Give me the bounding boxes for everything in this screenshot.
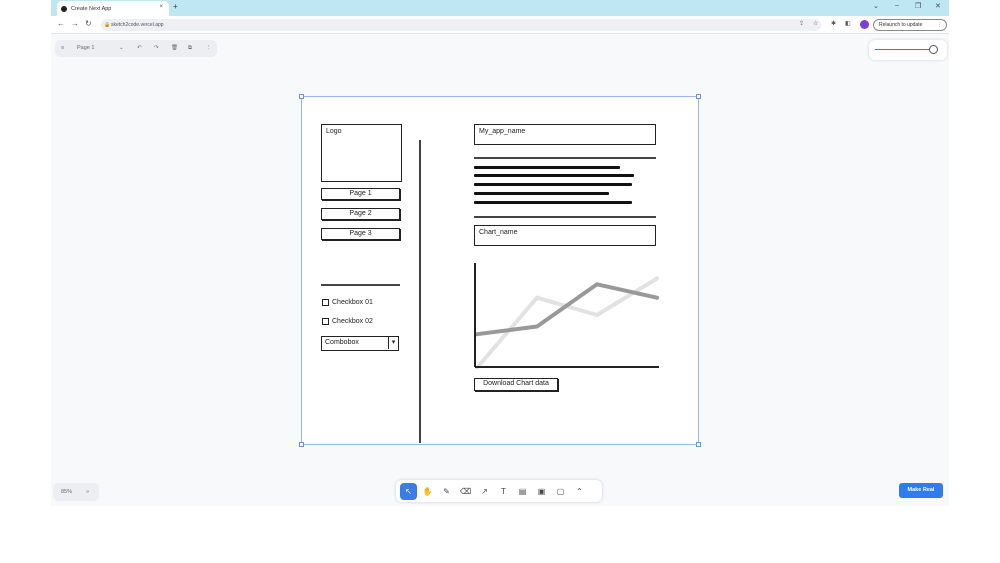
lock-icon: 🔒 xyxy=(104,22,111,28)
checkbox-square[interactable] xyxy=(322,318,329,325)
page-selector[interactable]: Page 1 xyxy=(77,45,94,51)
tab-title: Create Next App xyxy=(71,5,112,12)
profile-avatar[interactable] xyxy=(860,20,869,29)
sketch-frame[interactable]: Logo Page 1 Page 2 Page 3 Checkbox 01 Ch… xyxy=(299,94,701,447)
kebab-menu-icon: ⋮ xyxy=(937,22,942,28)
nav-button-page-2[interactable]: Page 2 xyxy=(321,208,400,220)
frame-tool[interactable]: ▢ xyxy=(552,483,569,500)
bookmark-star-icon[interactable]: ☆ xyxy=(813,20,818,27)
checkbox-01[interactable]: Checkbox 01 xyxy=(322,299,373,306)
image-tool[interactable]: ▣ xyxy=(533,483,550,500)
url-input[interactable]: 🔒 sketch2code.vercel.app xyxy=(101,19,821,31)
column-divider xyxy=(419,140,421,443)
eraser-tool[interactable]: ⌫ xyxy=(457,483,474,500)
chart-name-box[interactable]: Chart_name xyxy=(474,225,656,246)
relaunch-label: Relaunch to update xyxy=(879,22,923,28)
checkbox-02[interactable]: Checkbox 02 xyxy=(322,318,373,325)
browser-tab-bar: Create Next App × + ⌄ – ❐ ✕ xyxy=(51,0,949,16)
style-slider-panel xyxy=(869,40,947,60)
resize-handle-top-right[interactable] xyxy=(696,94,701,99)
slider-knob[interactable] xyxy=(928,45,938,54)
tab-search-icon[interactable]: ⌄ xyxy=(873,2,879,10)
tab-close-icon[interactable]: × xyxy=(159,4,163,10)
combobox-label: Combobox xyxy=(325,339,359,346)
slider-track[interactable] xyxy=(875,49,937,50)
logo-label: Logo xyxy=(326,128,342,135)
zoom-more-icon[interactable]: » xyxy=(86,489,89,495)
resize-handle-top-left[interactable] xyxy=(299,94,304,99)
reload-button[interactable]: ↻ xyxy=(85,19,92,28)
app-name-box[interactable]: My_app_name xyxy=(474,124,656,145)
duplicate-icon[interactable]: ⧉ xyxy=(188,45,192,52)
make-real-button[interactable]: Make Real xyxy=(899,483,943,498)
sidebar-divider xyxy=(321,284,400,286)
app-window: Create Next App × + ⌄ – ❐ ✕ ← → ↻ 🔒 sket… xyxy=(51,0,949,506)
undo-icon[interactable]: ↶ xyxy=(137,45,142,51)
delete-icon[interactable]: 🗑 xyxy=(171,45,178,51)
close-window-button[interactable]: ✕ xyxy=(935,2,941,10)
hamburger-menu-icon[interactable]: ≡ xyxy=(61,45,64,51)
url-text: sketch2code.vercel.app xyxy=(111,22,164,28)
checkbox-square[interactable] xyxy=(322,299,329,306)
app-name-label: My_app_name xyxy=(479,128,526,135)
resize-handle-bottom-right[interactable] xyxy=(696,442,701,447)
select-tool[interactable]: ↖ xyxy=(400,482,417,500)
download-chart-data-button[interactable]: Download Chart data xyxy=(474,378,558,391)
text-scribble-line xyxy=(474,201,632,204)
nav-button-page-1[interactable]: Page 1 xyxy=(321,188,400,200)
nav-button-page-3[interactable]: Page 3 xyxy=(321,228,400,240)
new-tab-button[interactable]: + xyxy=(173,2,178,11)
combobox-arrow-icon[interactable]: ▾ xyxy=(388,337,398,349)
maximize-button[interactable]: ❐ xyxy=(915,2,921,10)
chart-series-dark xyxy=(475,282,659,337)
relaunch-button[interactable]: Relaunch to update ⋮ xyxy=(873,19,947,31)
line-chart-sketch[interactable] xyxy=(473,263,661,369)
zoom-indicator[interactable]: 85% » xyxy=(53,483,99,501)
browser-tab[interactable]: Create Next App × xyxy=(57,1,169,16)
logo-box[interactable]: Logo xyxy=(321,124,402,182)
back-button[interactable]: ← xyxy=(57,19,65,28)
page-menu: ≡ Page 1 ⌄ ↶ ↷ 🗑 ⧉ ⋮ xyxy=(55,40,217,57)
checkbox-label: Checkbox 02 xyxy=(332,318,373,325)
note-tool[interactable]: ▤ xyxy=(514,483,531,500)
favicon-icon xyxy=(61,5,67,12)
zoom-level: 85% xyxy=(61,489,73,495)
more-icon[interactable]: ⋮ xyxy=(206,45,212,51)
text-tool[interactable]: T xyxy=(495,483,512,500)
text-scribble-line xyxy=(474,192,609,195)
share-icon[interactable]: ⇪ xyxy=(799,20,804,27)
more-tools[interactable]: ⌃ xyxy=(571,483,588,500)
hand-tool[interactable]: ✋ xyxy=(419,483,436,500)
checkbox-label: Checkbox 01 xyxy=(332,299,373,306)
arrow-tool[interactable]: ↗ xyxy=(476,483,493,500)
minimize-button[interactable]: – xyxy=(895,2,899,9)
drawing-toolbar: ↖ ✋ ✎ ⌫ ↗ T ▤ ▣ ▢ ⌃ xyxy=(396,480,602,502)
header-divider-top xyxy=(474,157,656,159)
forward-button[interactable]: → xyxy=(71,19,79,28)
extensions-icon[interactable]: ✱ xyxy=(831,20,836,27)
chart-name-label: Chart_name xyxy=(479,229,518,236)
text-scribble-line xyxy=(474,166,620,169)
address-bar-row: ← → ↻ 🔒 sketch2code.vercel.app ⇪ ☆ ✱ ◧ R… xyxy=(51,16,949,34)
redo-icon[interactable]: ↷ xyxy=(154,45,159,51)
page-chevron-icon[interactable]: ⌄ xyxy=(119,45,124,51)
combobox[interactable]: Combobox ▾ xyxy=(321,336,399,351)
text-scribble-line xyxy=(474,174,634,177)
resize-handle-bottom-left[interactable] xyxy=(299,442,304,447)
sidebar-icon[interactable]: ◧ xyxy=(845,20,851,27)
header-divider-bottom xyxy=(474,216,656,218)
text-scribble-line xyxy=(474,183,632,186)
draw-tool[interactable]: ✎ xyxy=(438,483,455,500)
